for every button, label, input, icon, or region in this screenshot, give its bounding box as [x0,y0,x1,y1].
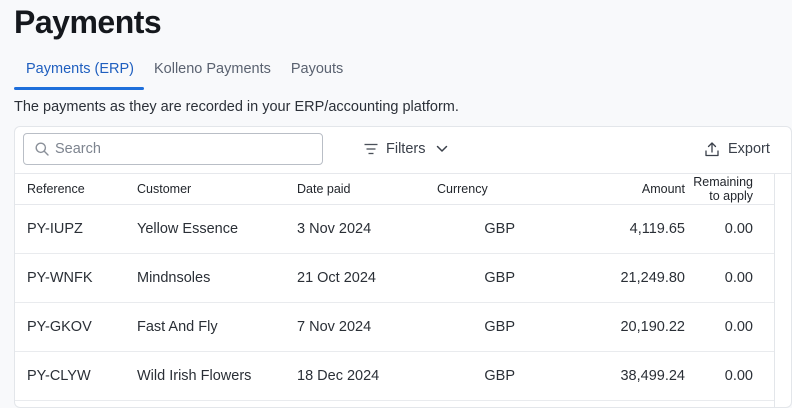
cell-currency: GBP [437,253,547,303]
table-header-row: Reference Customer Date paid Currency Am… [15,174,774,205]
cell-remaining: 0.00 [685,351,774,401]
table-scrollbar-track[interactable] [774,174,775,407]
tab-kolleno-payments[interactable]: Kolleno Payments [144,56,281,89]
export-label: Export [728,141,770,157]
upload-icon [705,141,719,156]
table-row[interactable]: PY-WNFK Mindnsoles 21 Oct 2024 GBP 21,24… [15,253,774,303]
cell-amount: 4,119.65 [547,204,685,254]
cell-amount: 20,190.22 [547,302,685,352]
cell-reference: PY-GKOV [15,302,137,352]
filters-label: Filters [386,141,426,157]
tab-payouts[interactable]: Payouts [281,56,353,89]
cell-amount: 21,249.80 [547,253,685,303]
cell-remaining: 0.00 [685,204,774,254]
search-input[interactable] [55,141,305,157]
table-row[interactable]: PY-GKOV Fast And Fly 7 Nov 2024 GBP 20,1… [15,302,774,352]
cell-date-paid: 3 Nov 2024 [297,204,437,254]
filters-button[interactable]: Filters [364,137,448,161]
search-icon [35,142,49,156]
column-header-reference[interactable]: Reference [15,174,137,205]
page-description: The payments as they are recorded in you… [14,99,459,115]
column-header-customer[interactable]: Customer [137,174,297,205]
cell-customer: Fast And Fly [137,302,297,352]
filter-lines-icon [364,143,378,155]
cell-amount: 38,499.24 [547,351,685,401]
cell-customer: Mindnsoles [137,253,297,303]
cell-remaining: 0.00 [685,302,774,352]
payments-table: Reference Customer Date paid Currency Am… [15,174,774,401]
column-header-amount[interactable]: Amount [547,174,685,205]
table-row[interactable]: PY-IUPZ Yellow Essence 3 Nov 2024 GBP 4,… [15,204,774,254]
cell-customer: Wild Irish Flowers [137,351,297,401]
cell-currency: GBP [437,302,547,352]
page-title: Payments [14,4,162,40]
cell-date-paid: 21 Oct 2024 [297,253,437,303]
cell-date-paid: 7 Nov 2024 [297,302,437,352]
export-button[interactable]: Export [705,137,770,161]
tab-payments-erp[interactable]: Payments (ERP) [14,56,144,90]
payments-panel: Filters Export Reference Customer Date p… [14,126,792,408]
cell-currency: GBP [437,204,547,254]
cell-currency: GBP [437,351,547,401]
cell-reference: PY-CLYW [15,351,137,401]
cell-remaining: 0.00 [685,253,774,303]
tab-bar: Payments (ERP) Kolleno Payments Payouts [14,56,353,90]
cell-reference: PY-WNFK [15,253,137,303]
cell-customer: Yellow Essence [137,204,297,254]
column-header-remaining[interactable]: Remaining to apply [685,174,774,205]
cell-reference: PY-IUPZ [15,204,137,254]
search-box[interactable] [23,133,323,165]
table-row[interactable]: PY-CLYW Wild Irish Flowers 18 Dec 2024 G… [15,351,774,401]
column-header-date-paid[interactable]: Date paid [297,174,437,205]
chevron-down-icon [437,145,448,152]
cell-date-paid: 18 Dec 2024 [297,351,437,401]
table-toolbar: Filters Export [15,127,791,174]
column-header-currency[interactable]: Currency [437,174,547,205]
